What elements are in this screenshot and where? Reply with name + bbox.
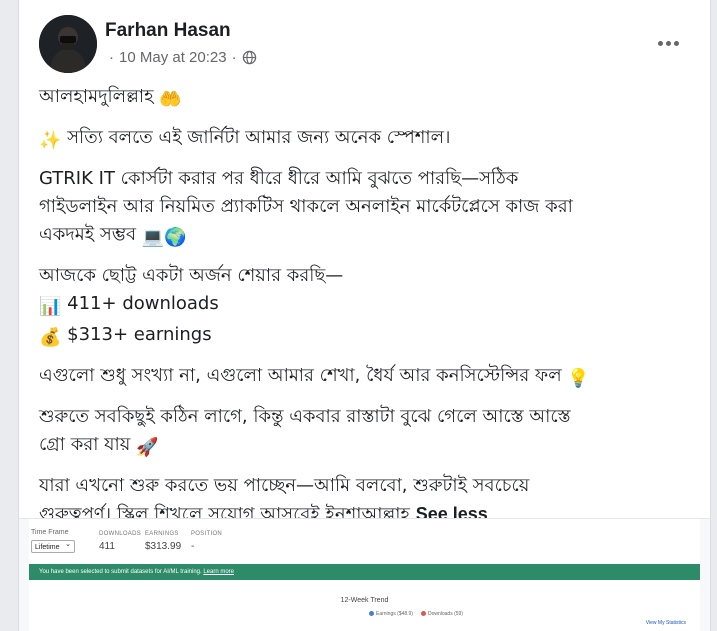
emoji-icon: 💰 — [39, 327, 62, 348]
post-line-text: GTRIK IT কোর্সটা করার পর ধীরে ধীরে আমি ব… — [39, 168, 519, 189]
post-paragraph: শুরুতে সবকিছুই কঠিন লাগে, কিন্তু একবার র… — [39, 403, 699, 462]
emoji-icon: 💻🌍 — [141, 227, 187, 248]
banner-learn-more-link: Learn more — [203, 569, 235, 575]
attached-screenshot[interactable]: Time Frame Lifetime DOWNLOADS 411 EARNIN… — [19, 518, 710, 631]
post-line-text: 411+ downloads — [67, 293, 219, 314]
avatar-image — [39, 15, 97, 73]
post-line-text: গাইডলাইন আর নিয়মিত প্র্যাকটিস থাকলে অনল… — [39, 196, 573, 217]
post-line: 💰 $313+ earnings — [39, 321, 699, 352]
post-line-text: আলহামদুলিল্লাহ — [39, 86, 154, 107]
post-line-text: আজকে ছোট্ট একটা অর্জন শেয়ার করছি— — [39, 265, 344, 286]
trend-legend: Earnings ($48.9) Downloads (59) — [369, 611, 463, 617]
post-timestamp[interactable]: 10 May at 20:23 — [119, 49, 227, 66]
time-frame-label: Time Frame — [31, 529, 69, 536]
post-paragraph: আজকে ছোট্ট একটা অর্জন শেয়ার করছি— 📊 411+… — [39, 262, 699, 352]
post-line: ✨ সত্যি বলতে এই জার্নিটা আমার জন্য অনেক … — [39, 124, 699, 155]
stat-label: POSITION — [191, 531, 223, 537]
emoji-icon: 💡 — [567, 368, 590, 389]
meta-separator: · — [109, 49, 114, 66]
post-line: আলহামদুলিল্লাহ 🤲 — [39, 83, 699, 114]
emoji-icon: 📊 — [39, 296, 62, 317]
emoji-icon: ✨ — [39, 130, 62, 151]
trend-title: 12-Week Trend — [340, 597, 389, 604]
stat-label: DOWNLOADS — [99, 531, 142, 537]
stat-value: - — [191, 541, 195, 552]
post-paragraph: এগুলো শুধু সংখ্যা না, এগুলো আমার শেখা, ধ… — [39, 362, 699, 393]
post-line: এগুলো শুধু সংখ্যা না, এগুলো আমার শেখা, ধ… — [39, 362, 699, 393]
meta-separator: · — [231, 49, 237, 66]
selection-banner: You have been selected to submit dataset… — [29, 564, 700, 580]
legend-item: Downloads (59) — [420, 611, 463, 617]
stat-value: 411 — [99, 541, 115, 552]
stat-value: $313.99 — [145, 541, 182, 552]
emoji-icon: 🤲 — [159, 89, 182, 110]
author-avatar[interactable] — [39, 15, 97, 73]
post-line-text: $313+ earnings — [67, 324, 212, 345]
post-paragraph: GTRIK IT কোর্সটা করার পর ধীরে ধীরে আমি ব… — [39, 165, 699, 252]
globe-icon[interactable] — [242, 50, 257, 65]
post-meta: · 10 May at 20:23 · — [109, 49, 257, 66]
post-paragraph: আলহামদুলিল্লাহ 🤲 — [39, 83, 699, 114]
post-line-text: এগুলো শুধু সংখ্যা না, এগুলো আমার শেখা, ধ… — [39, 365, 562, 386]
post-line: শুরুতে সবকিছুই কঠিন লাগে, কিন্তু একবার র… — [39, 403, 699, 431]
post-line-text: যারা এখনো শুরু করতে ভয় পাচ্ছেন—আমি বলবো… — [39, 475, 530, 496]
post-line: গাইডলাইন আর নিয়মিত প্র্যাকটিস থাকলে অনল… — [39, 193, 699, 221]
post-line-text: গ্রো করা যায় — [39, 434, 131, 455]
author-name[interactable]: Farhan Hasan — [105, 20, 231, 42]
post-paragraph: ✨ সত্যি বলতে এই জার্নিটা আমার জন্য অনেক … — [39, 124, 699, 155]
dashboard-image: Time Frame Lifetime DOWNLOADS 411 EARNIN… — [29, 519, 700, 631]
post-line: যারা এখনো শুরু করতে ভয় পাচ্ছেন—আমি বলবো… — [39, 472, 699, 500]
post-card: Farhan Hasan · 10 May at 20:23 · আলহামদু… — [18, 0, 711, 631]
stat-label: EARNINGS — [145, 531, 179, 537]
legend-item: Earnings ($48.9) — [369, 611, 413, 617]
post-line-text: সত্যি বলতে এই জার্নিটা আমার জন্য অনেক স্… — [67, 127, 451, 148]
banner-text: You have been selected to submit dataset… — [39, 569, 202, 575]
post-line: একদমই সম্ভব 💻🌍 — [39, 221, 699, 252]
post-line: আজকে ছোট্ট একটা অর্জন শেয়ার করছি— — [39, 262, 699, 290]
post-line: 📊 411+ downloads — [39, 290, 699, 321]
time-frame-select: Lifetime — [31, 538, 75, 553]
post-line-text: শুরুতে সবকিছুই কঠিন লাগে, কিন্তু একবার র… — [39, 406, 571, 427]
emoji-icon: 🚀 — [136, 437, 159, 458]
post-line-text: একদমই সম্ভব — [39, 224, 136, 245]
view-statistics-link: View My Statistics — [645, 620, 686, 626]
post-line: GTRIK IT কোর্সটা করার পর ধীরে ধীরে আমি ব… — [39, 165, 699, 193]
more-options-icon[interactable] — [653, 28, 683, 58]
post-text: আলহামদুলিল্লাহ 🤲 ✨ সত্যি বলতে এই জার্নিটা… — [39, 83, 699, 539]
post-line: গ্রো করা যায় 🚀 — [39, 431, 699, 462]
